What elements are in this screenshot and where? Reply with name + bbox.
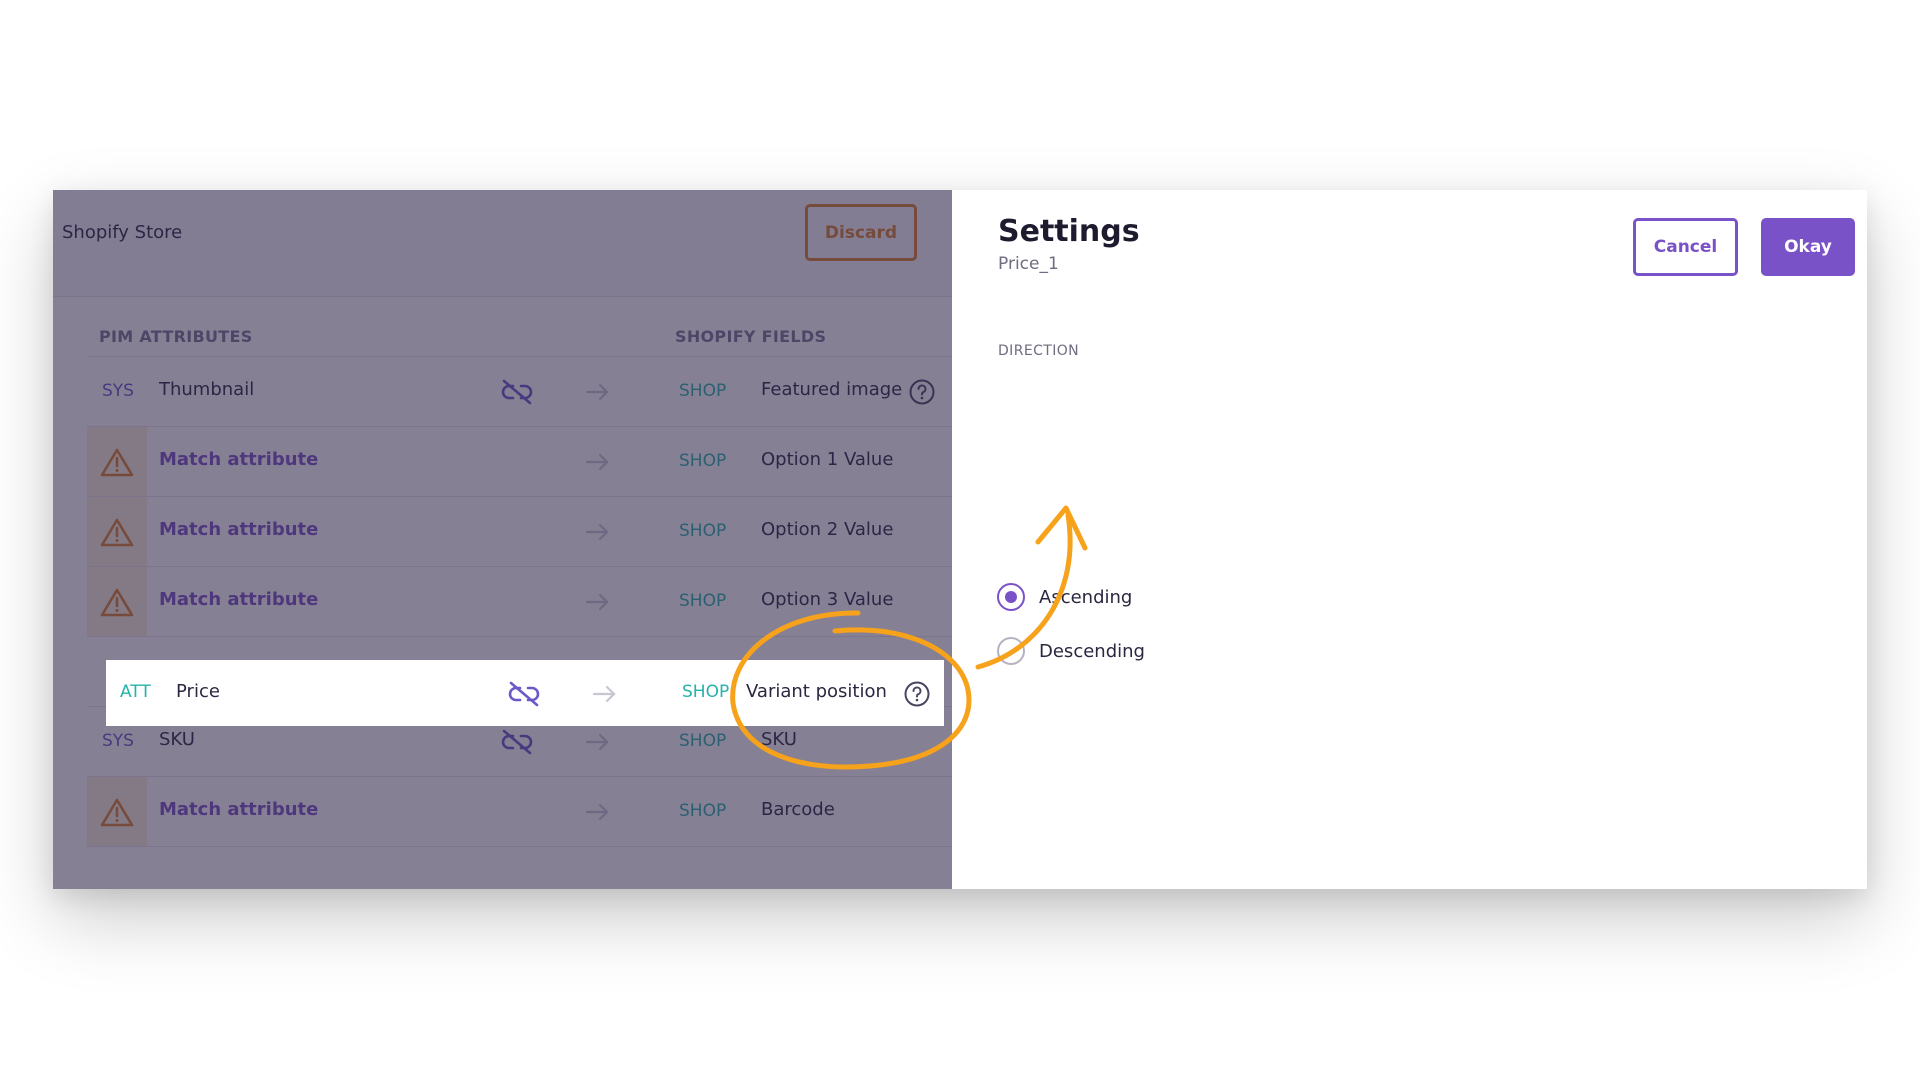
shop-tag: SHOP <box>679 731 727 751</box>
match-attribute-link[interactable]: Match attribute <box>159 519 318 540</box>
shop-tag: SHOP <box>679 521 727 541</box>
shopify-field: Option 1 Value <box>761 449 894 470</box>
help-icon[interactable] <box>903 680 931 712</box>
match-attribute-link[interactable]: Match attribute <box>159 449 318 470</box>
shop-tag: SHOP <box>679 801 727 821</box>
warning-icon <box>100 517 134 551</box>
highlighted-row[interactable]: ATT Price SHOP Variant position <box>106 660 944 726</box>
okay-button[interactable]: Okay <box>1761 218 1855 276</box>
unlink-icon[interactable] <box>507 679 541 713</box>
panel-title: Settings <box>998 214 1140 249</box>
table-row[interactable]: Match attribute SHOP Option 2 Value <box>87 496 952 567</box>
radio-button-checked[interactable] <box>997 583 1025 611</box>
warning-icon <box>100 447 134 481</box>
arrow-right-icon <box>592 683 618 709</box>
shop-tag: SHOP <box>679 381 727 401</box>
direction-label: DIRECTION <box>998 343 1080 359</box>
radio-label: Descending <box>1039 640 1145 662</box>
attribute-type-tag: ATT <box>120 682 151 702</box>
unlink-icon[interactable] <box>500 377 534 411</box>
column-header-shopify: SHOPIFY FIELDS <box>675 327 827 346</box>
shopify-field: SKU <box>761 729 797 750</box>
match-attribute-link[interactable]: Match attribute <box>159 799 318 820</box>
warning-cell <box>87 497 147 567</box>
shopify-field: Option 2 Value <box>761 519 894 540</box>
warning-cell <box>87 427 147 497</box>
arrow-right-icon <box>585 731 611 757</box>
attribute-name: Thumbnail <box>159 379 255 400</box>
arrow-right-icon <box>585 451 611 477</box>
settings-panel: Settings Price_1 Cancel Okay DIRECTION A… <box>952 190 1867 889</box>
shop-tag: SHOP <box>679 591 727 611</box>
attribute-type-tag: SYS <box>102 731 134 751</box>
shopify-field: Featured image <box>761 379 903 400</box>
attribute-type-tag: SYS <box>102 381 134 401</box>
table-row <box>87 846 952 889</box>
warning-cell <box>87 567 147 637</box>
radio-label: Ascending <box>1039 586 1133 608</box>
warning-icon <box>100 587 134 621</box>
radio-descending[interactable]: Descending <box>997 635 1145 667</box>
store-title: Shopify Store <box>62 222 183 243</box>
shop-tag: SHOP <box>682 682 730 702</box>
unlink-icon[interactable] <box>500 727 534 761</box>
attribute-name: Price <box>176 681 220 702</box>
shopify-field: Option 3 Value <box>761 589 894 610</box>
attribute-name: SKU <box>159 729 195 750</box>
arrow-right-icon <box>585 801 611 827</box>
cancel-button[interactable]: Cancel <box>1633 218 1738 276</box>
arrow-right-icon <box>585 521 611 547</box>
shopify-field: Barcode <box>761 799 835 820</box>
table-row[interactable]: Match attribute SHOP Option 3 Value <box>87 566 952 637</box>
store-header: Shopify Store Discard <box>53 190 952 297</box>
match-attribute-link[interactable]: Match attribute <box>159 589 318 610</box>
radio-ascending[interactable]: Ascending <box>997 581 1132 613</box>
mapping-pane: Shopify Store Discard PIM ATTRIBUTES SHO… <box>53 190 952 889</box>
discard-button[interactable]: Discard <box>805 204 917 261</box>
radio-button[interactable] <box>997 637 1025 665</box>
shopify-field: Variant position <box>746 681 887 702</box>
arrow-right-icon <box>585 591 611 617</box>
table-row[interactable]: SYS Thumbnail SHOP Featured image <box>87 356 952 426</box>
warning-cell <box>87 777 147 847</box>
shop-tag: SHOP <box>679 451 727 471</box>
column-header-pim: PIM ATTRIBUTES <box>99 327 253 346</box>
arrow-right-icon <box>585 381 611 407</box>
panel-subtitle: Price_1 <box>998 254 1059 274</box>
help-icon[interactable] <box>908 378 936 410</box>
table-row[interactable]: Match attribute SHOP Barcode <box>87 776 952 847</box>
table-row[interactable]: Match attribute SHOP Option 1 Value <box>87 426 952 497</box>
warning-icon <box>100 797 134 831</box>
mapping-card: Shopify Store Discard PIM ATTRIBUTES SHO… <box>53 190 1867 889</box>
